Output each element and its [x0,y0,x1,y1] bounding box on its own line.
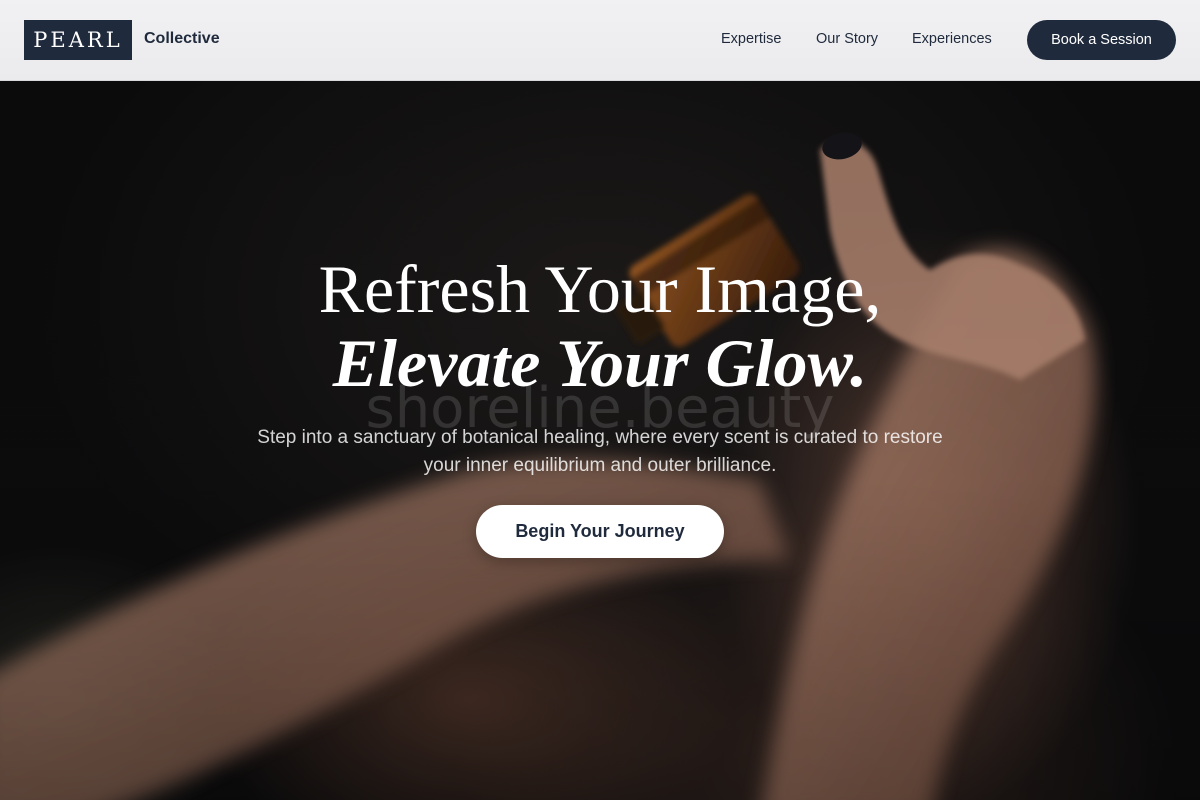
logo[interactable]: PEARL [24,20,132,60]
hero-subtext: Step into a sanctuary of botanical heali… [257,427,943,476]
site-header: PEARL Collective Expertise Our Story Exp… [0,0,1200,81]
nav-link-experiences[interactable]: Experiences [912,31,992,47]
begin-journey-button[interactable]: Begin Your Journey [476,505,724,558]
nav-link-our-story[interactable]: Our Story [816,31,878,47]
hero-headline-italic: Elevate Your Glow. [332,325,868,401]
logo-text: PEARL [33,28,123,52]
book-session-button[interactable]: Book a Session [1027,20,1176,60]
hero-headline: Refresh Your Image, [318,251,882,327]
logo-suffix[interactable]: Collective [144,30,220,48]
nav-link-expertise[interactable]: Expertise [721,31,781,47]
